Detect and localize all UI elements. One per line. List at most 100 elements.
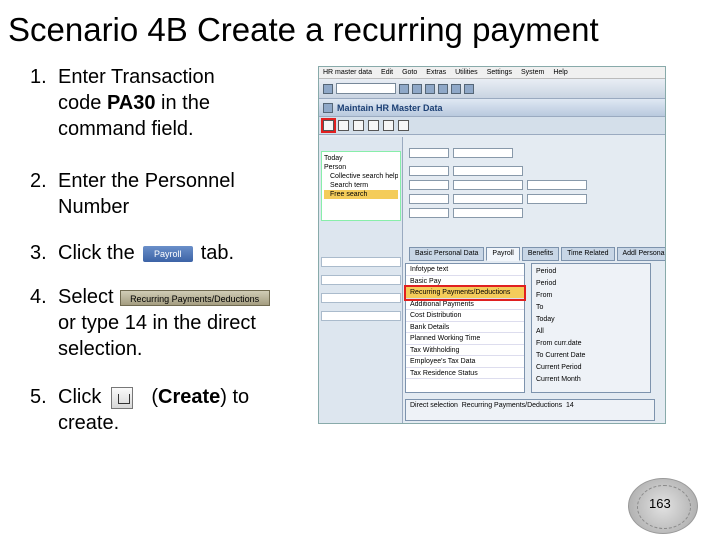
list-item[interactable]: Tax Withholding — [406, 345, 524, 356]
step-text: Number — [58, 196, 130, 218]
period-option: Period — [536, 268, 557, 275]
step-text: command field. — [58, 118, 194, 140]
search-tree: Today Person Collective search help Sear… — [321, 151, 401, 221]
copy-icon[interactable] — [368, 120, 379, 131]
menu-item[interactable]: Extras — [426, 67, 446, 78]
overview-icon[interactable] — [398, 120, 409, 131]
direct-selection: Direct selection Recurring Payments/Dedu… — [405, 399, 655, 421]
create-icon[interactable] — [111, 386, 134, 409]
list-item[interactable]: Additional Payments — [406, 299, 524, 310]
period-option[interactable]: From — [536, 290, 646, 302]
hr-master-data-pane: Basic Personal Data Payroll Benefits Tim… — [404, 137, 665, 423]
step-number: 1. — [30, 66, 47, 88]
sap-title-bar: Maintain HR Master Data — [319, 99, 665, 117]
menu-item[interactable]: Goto — [402, 67, 417, 78]
period-option[interactable]: Period — [536, 278, 646, 290]
delete-icon[interactable] — [383, 120, 394, 131]
recurring-payments-button[interactable]: Recurring Payments/Deductions — [119, 289, 270, 306]
step-text: code — [58, 92, 107, 114]
direct-selection-code[interactable]: 14 — [566, 402, 574, 409]
period-option[interactable]: From curr.date — [536, 338, 646, 350]
tab-payroll[interactable]: Payroll — [486, 247, 520, 261]
period-box: Period Period From To Today All From cur… — [531, 263, 651, 393]
tab-benefits[interactable]: Benefits — [521, 247, 560, 261]
list-item-recurring-payments[interactable]: Recurring Payments/Deductions — [404, 285, 526, 301]
command-field[interactable] — [336, 83, 396, 94]
menu-item[interactable]: Edit — [381, 67, 393, 78]
name-field[interactable] — [453, 165, 523, 176]
create-label: Create — [158, 386, 221, 408]
period-option[interactable]: Current Period — [536, 362, 646, 374]
step-4: 4. Select Recurring Payments/Deductions or… — [30, 284, 270, 362]
step-number: 3. — [30, 242, 47, 264]
list-item[interactable] — [321, 257, 401, 267]
tree-item[interactable]: Today — [324, 154, 398, 163]
list-item: Infotype text — [406, 264, 524, 276]
tab-time-related[interactable]: Time Related — [561, 247, 615, 261]
step-2: 2. Enter the Personnel Number — [30, 168, 235, 220]
step-5: 5. Click (Create) to create. — [30, 384, 249, 436]
step-text: Click — [58, 386, 102, 408]
step-text: or type 14 in the direct — [58, 312, 256, 334]
list-item[interactable]: Cost Distribution — [406, 310, 524, 322]
period-option[interactable]: To — [536, 302, 646, 314]
menu-item[interactable]: System — [521, 67, 544, 78]
find-icon[interactable] — [464, 83, 474, 94]
period-option[interactable]: Today — [536, 314, 646, 326]
save-icon[interactable] — [399, 83, 409, 94]
tree-item[interactable]: Collective search help — [324, 172, 398, 181]
menu-item[interactable]: Utilities — [455, 67, 478, 78]
tab-addl-personal-data[interactable]: Addl Personal Data — [616, 247, 665, 261]
sap-standard-toolbar — [319, 79, 665, 99]
tree-item[interactable]: Search term — [324, 181, 398, 190]
list-item[interactable]: Planned Working Time — [406, 333, 524, 345]
cancel-icon[interactable] — [438, 83, 448, 94]
step-text: Click the — [58, 242, 135, 264]
tree-item[interactable]: Free search — [324, 190, 398, 199]
sap-application-toolbar — [319, 117, 665, 135]
display-icon[interactable] — [353, 120, 364, 131]
list-item[interactable]: Basic Pay — [406, 276, 524, 287]
list-item[interactable]: Tax Residence Status — [406, 368, 524, 379]
sap-menu-bar: HR master data Edit Goto Extras Utilitie… — [319, 67, 665, 79]
exit-icon[interactable] — [425, 83, 435, 94]
sap-screenshot: HR master data Edit Goto Extras Utilitie… — [318, 66, 666, 424]
step-number: 4. — [30, 286, 47, 308]
change-icon[interactable] — [338, 120, 349, 131]
tree-item[interactable]: Person — [324, 163, 398, 172]
object-manager-pane: Today Person Collective search help Sear… — [319, 137, 403, 423]
menu-item[interactable]: Settings — [487, 67, 512, 78]
enter-icon[interactable] — [323, 83, 333, 94]
back-icon[interactable] — [412, 83, 422, 94]
tab-basic-personal-data[interactable]: Basic Personal Data — [409, 247, 485, 261]
list-item[interactable] — [321, 275, 401, 285]
step-number: 2. — [30, 170, 47, 192]
list-item[interactable]: Bank Details — [406, 322, 524, 333]
list-item[interactable]: Employee's Tax Data — [406, 356, 524, 368]
page-number: 163 — [649, 496, 671, 511]
personnel-number-field[interactable] — [453, 147, 513, 158]
transaction-code: PA30 — [106, 92, 156, 114]
period-option[interactable]: All — [536, 326, 646, 338]
direct-selection-value[interactable]: Recurring Payments/Deductions — [462, 402, 562, 409]
menu-item[interactable]: Help — [553, 67, 567, 78]
menu-item[interactable]: HR master data — [323, 67, 372, 78]
payroll-tab-button[interactable]: Payroll — [142, 245, 193, 262]
personnel-number-row — [409, 147, 513, 158]
step-3: 3. Click the Payroll tab. — [30, 240, 234, 266]
list-item[interactable] — [321, 293, 401, 303]
step-text: create. — [58, 412, 120, 434]
direct-selection-label: Direct selection — [410, 402, 458, 409]
period-option[interactable]: To Current Date — [536, 350, 646, 362]
print-icon[interactable] — [451, 83, 461, 94]
personnel-number-label — [409, 147, 449, 158]
step-text: Enter Transaction — [58, 66, 215, 88]
list-item[interactable] — [321, 311, 401, 321]
transaction-icon — [323, 102, 333, 113]
screen-title: Maintain HR Master Data — [337, 102, 443, 113]
period-option[interactable]: Current Month — [536, 374, 646, 386]
step-text: ( — [151, 386, 159, 408]
step-text: in the — [155, 92, 210, 114]
create-icon[interactable] — [321, 118, 336, 133]
step-text: selection. — [58, 338, 143, 360]
